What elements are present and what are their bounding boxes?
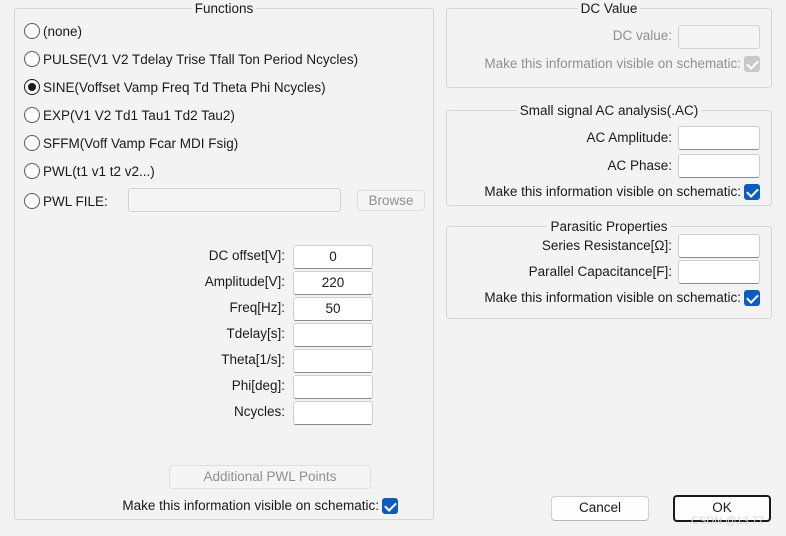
parallel-capacitance-input[interactable]	[678, 260, 760, 284]
cancel-button[interactable]: Cancel	[551, 496, 649, 521]
dc-value-label: DC value:	[612, 28, 672, 43]
tdelay-input[interactable]	[293, 323, 373, 347]
radio-sffm-label: SFFM(Voff Vamp Fcar MDI Fsig)	[43, 135, 239, 151]
ac-analysis-title: Small signal AC analysis(.AC)	[516, 103, 702, 118]
dc-value-title: DC Value	[577, 1, 641, 16]
dc-offset-label: DC offset[V]:	[208, 248, 285, 263]
radio-pulse-label: PULSE(V1 V2 Tdelay Trise Tfall Ton Perio…	[43, 51, 359, 67]
radio-pwl-file-indicator[interactable]	[24, 193, 40, 209]
ac-phase-label: AC Phase:	[607, 158, 672, 173]
ac-visible-checkbox[interactable]	[744, 184, 760, 200]
dc-value-input[interactable]	[678, 25, 760, 49]
parallel-capacitance-label: Parallel Capacitance[F]:	[528, 264, 672, 279]
radio-pulse[interactable]: PULSE(V1 V2 Tdelay Trise Tfall Ton Perio…	[24, 49, 358, 69]
radio-exp-label: EXP(V1 V2 Td1 Tau1 Td2 Tau2)	[43, 107, 235, 123]
radio-exp[interactable]: EXP(V1 V2 Td1 Tau1 Td2 Tau2)	[24, 105, 235, 125]
radio-none-indicator[interactable]	[24, 23, 40, 39]
ncycles-input[interactable]	[293, 401, 373, 425]
theta-label: Theta[1/s]:	[221, 352, 285, 367]
radio-sffm-indicator[interactable]	[24, 135, 40, 151]
dc-offset-input[interactable]: 0	[293, 245, 373, 269]
ncycles-label: Ncycles:	[233, 404, 285, 419]
radio-pwl-indicator[interactable]	[24, 163, 40, 179]
radio-sine-label: SINE(Voffset Vamp Freq Td Theta Phi Ncyc…	[43, 79, 326, 95]
dc-value-visible-label: Make this information visible on schemat…	[484, 56, 741, 71]
pwl-file-input[interactable]	[128, 188, 341, 212]
radio-none-label: (none)	[43, 23, 83, 39]
radio-none[interactable]: (none)	[24, 21, 82, 41]
amplitude-input[interactable]: 220	[293, 271, 373, 295]
radio-exp-indicator[interactable]	[24, 107, 40, 123]
functions-visible-checkbox[interactable]	[382, 498, 398, 514]
amplitude-label: Amplitude[V]:	[204, 274, 285, 289]
parasitic-title: Parasitic Properties	[547, 219, 671, 234]
ac-visible-label: Make this information visible on schemat…	[484, 184, 741, 199]
phi-label: Phi[deg]:	[231, 378, 285, 393]
radio-pwl-file-label: PWL FILE:	[43, 193, 108, 209]
freq-input[interactable]: 50	[293, 297, 373, 321]
functions-visible-label: Make this information visible on schemat…	[122, 498, 379, 513]
phi-input[interactable]	[293, 375, 373, 399]
watermark-text: CSDN @13 77	[691, 515, 764, 527]
radio-pwl-label: PWL(t1 v1 t2 v2...)	[43, 163, 155, 179]
series-resistance-input[interactable]	[678, 234, 760, 258]
additional-pwl-points-button[interactable]: Additional PWL Points	[169, 465, 371, 489]
radio-sffm[interactable]: SFFM(Voff Vamp Fcar MDI Fsig)	[24, 133, 238, 153]
theta-input[interactable]	[293, 349, 373, 373]
browse-button[interactable]: Browse	[357, 190, 425, 211]
freq-label: Freq[Hz]:	[229, 300, 285, 315]
functions-title: Functions	[191, 1, 257, 16]
radio-pwl[interactable]: PWL(t1 v1 t2 v2...)	[24, 161, 155, 181]
parasitic-visible-label: Make this information visible on schemat…	[484, 290, 741, 305]
ac-amplitude-input[interactable]	[678, 126, 760, 150]
tdelay-label: Tdelay[s]:	[226, 326, 285, 341]
series-resistance-label: Series Resistance[Ω]:	[541, 238, 672, 253]
radio-sine[interactable]: SINE(Voffset Vamp Freq Td Theta Phi Ncyc…	[24, 77, 326, 97]
radio-pulse-indicator[interactable]	[24, 51, 40, 67]
radio-pwl-file[interactable]: PWL FILE:	[24, 191, 108, 211]
ac-phase-input[interactable]	[678, 154, 760, 178]
radio-sine-indicator[interactable]	[24, 79, 40, 95]
ac-amplitude-label: AC Amplitude:	[586, 130, 672, 145]
parasitic-visible-checkbox[interactable]	[744, 290, 760, 306]
dc-value-visible-checkbox[interactable]	[744, 56, 760, 72]
